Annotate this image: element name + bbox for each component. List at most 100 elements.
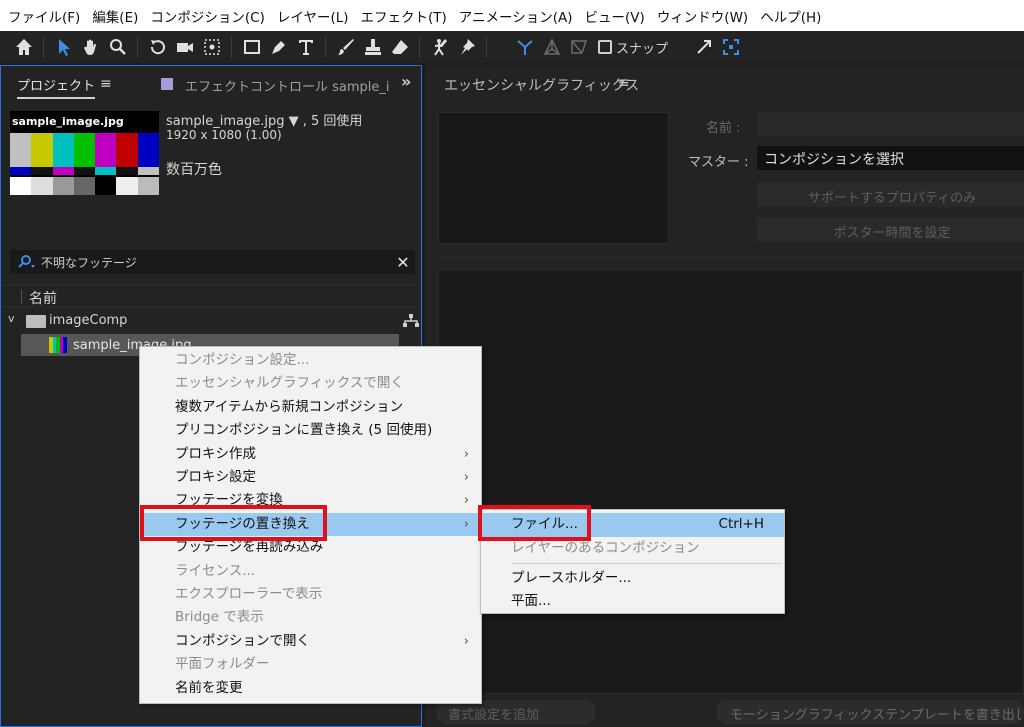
puppet-pin-icon[interactable] bbox=[453, 34, 480, 60]
menu-item-open-essential-graphics[interactable]: エッセンシャルグラフィックスで開く bbox=[140, 372, 481, 395]
column-separator bbox=[21, 290, 22, 304]
search-icon[interactable] bbox=[11, 251, 41, 273]
snap-target-icon[interactable] bbox=[717, 34, 744, 60]
project-search[interactable]: 不明なフッテージ ✕ bbox=[10, 250, 415, 274]
menu-item-reveal-in-bridge[interactable]: Bridge で表示 bbox=[140, 606, 481, 629]
template-preview bbox=[438, 112, 669, 244]
column-header: 名前 bbox=[1, 285, 421, 307]
submenu-item-solid[interactable]: 平面... bbox=[481, 590, 784, 614]
toolbar-separator bbox=[325, 36, 326, 58]
shortcut-label: Ctrl+H bbox=[718, 516, 764, 532]
menu-animation[interactable]: アニメーション(A) bbox=[453, 6, 579, 26]
roto-brush-icon[interactable] bbox=[426, 34, 453, 60]
menu-item-reveal-in-explorer[interactable]: エクスプローラーで表示 bbox=[140, 583, 481, 606]
menu-item-replace-with-precomp[interactable]: プリコンポジションに置き換え (5 回使用) bbox=[140, 419, 481, 442]
menu-layer[interactable]: レイヤー(L) bbox=[271, 6, 355, 26]
hand-icon[interactable] bbox=[77, 34, 104, 60]
expand-icon[interactable] bbox=[690, 34, 717, 60]
toolbar-separator bbox=[137, 36, 138, 58]
snap-label: スナップ bbox=[616, 41, 669, 57]
camera-icon[interactable] bbox=[171, 34, 198, 60]
snap-checkbox[interactable] bbox=[598, 40, 612, 54]
menu-item-composition-settings[interactable]: コンポジション設定... bbox=[140, 349, 481, 372]
clone-stamp-icon[interactable] bbox=[359, 34, 386, 60]
folder-name: imageComp bbox=[49, 313, 128, 328]
menu-effect[interactable]: エフェクト(T) bbox=[355, 6, 453, 26]
menu-bar: ファイル(F) 編集(E) コンポジション(C) レイヤー(L) エフェクト(T… bbox=[0, 0, 1024, 31]
local-axis-icon[interactable] bbox=[511, 34, 538, 60]
pan-behind-icon[interactable] bbox=[198, 34, 225, 60]
supported-properties-button[interactable]: サポートするプロパティのみ bbox=[757, 183, 1024, 207]
world-axis-icon[interactable] bbox=[538, 34, 565, 60]
folder-icon bbox=[26, 315, 46, 328]
menu-file[interactable]: ファイル(F) bbox=[2, 6, 86, 26]
pen-icon[interactable] bbox=[265, 34, 292, 60]
footage-dimensions: 1920 x 1080 (1.00) bbox=[166, 128, 282, 142]
text-icon[interactable] bbox=[292, 34, 319, 60]
effect-controls-icon bbox=[161, 78, 173, 90]
toolbar: スナップ bbox=[0, 31, 1024, 63]
folder-row[interactable]: v imageComp bbox=[1, 310, 421, 332]
tab-project[interactable]: プロジェクト bbox=[17, 75, 96, 99]
rotate-icon[interactable] bbox=[144, 34, 171, 60]
export-template-button[interactable]: モーショングラフィックステンプレートを書き出し... bbox=[716, 700, 1024, 724]
set-poster-time-button[interactable]: ポスター時間を設定 bbox=[757, 218, 1024, 242]
toolbar-separator bbox=[419, 36, 420, 58]
image-footage-icon bbox=[49, 337, 67, 353]
footage-color-depth: 数百万色 bbox=[166, 162, 222, 178]
menu-item-rename[interactable]: 名前を変更 bbox=[140, 677, 481, 700]
menu-item-license[interactable]: ライセンス... bbox=[140, 560, 481, 583]
chevron-right-icon: › bbox=[463, 446, 469, 462]
chevron-right-icon: › bbox=[463, 516, 469, 532]
panel-menu-icon[interactable]: ≡ bbox=[100, 76, 112, 92]
panel-divider bbox=[438, 257, 1024, 258]
menu-item-set-proxy[interactable]: プロキシ設定 › bbox=[140, 466, 481, 489]
toolbar-separator bbox=[486, 36, 487, 58]
color-bars-bottom bbox=[10, 177, 159, 195]
properties-drop-area[interactable] bbox=[438, 269, 1024, 694]
brush-icon[interactable] bbox=[332, 34, 359, 60]
footage-name-usage: sample_image.jpg ▼ , 5 回使用 bbox=[166, 114, 363, 129]
chevron-down-icon[interactable]: v bbox=[8, 312, 15, 325]
selection-arrow-icon[interactable] bbox=[50, 34, 77, 60]
footage-thumbnail: sample_image.jpg bbox=[10, 111, 159, 195]
home-icon[interactable] bbox=[10, 34, 37, 60]
column-name-label[interactable]: 名前 bbox=[29, 288, 57, 308]
color-bars bbox=[10, 133, 159, 167]
search-input[interactable]: 不明なフッテージ bbox=[41, 254, 392, 271]
name-field[interactable] bbox=[757, 112, 1024, 136]
snap-toggle[interactable]: スナップ bbox=[598, 38, 668, 57]
menu-edit[interactable]: 編集(E) bbox=[86, 6, 144, 26]
tab-effect-controls[interactable]: エフェクトコントロール sample_i bbox=[185, 76, 390, 95]
menu-view[interactable]: ビュー(V) bbox=[579, 6, 651, 26]
rectangle-icon[interactable] bbox=[238, 34, 265, 60]
submenu-item-placeholder[interactable]: プレースホルダー... bbox=[481, 567, 784, 591]
menu-composition[interactable]: コンポジション(C) bbox=[144, 6, 270, 26]
menu-help[interactable]: ヘルプ(H) bbox=[754, 6, 827, 26]
project-tabs: プロジェクト ≡ エフェクトコントロール sample_i » bbox=[1, 66, 421, 104]
essential-graphics-panel: エッセンシャルグラフィックス ≡ 名前 : マスター : コンポジションを選択 … bbox=[426, 65, 1024, 727]
menu-item-open-in-composition[interactable]: コンポジションで開く › bbox=[140, 630, 481, 653]
highlight-box-replace-footage bbox=[140, 505, 327, 541]
flowchart-icon[interactable] bbox=[403, 313, 419, 332]
toolbar-separator bbox=[231, 36, 232, 58]
menu-window[interactable]: ウィンドウ(W) bbox=[651, 6, 754, 26]
chevron-right-icon: › bbox=[463, 633, 469, 649]
thumbnail-filename: sample_image.jpg bbox=[12, 115, 124, 128]
menu-item-create-proxy[interactable]: プロキシ作成 › bbox=[140, 443, 481, 466]
essential-graphics-title[interactable]: エッセンシャルグラフィックス bbox=[444, 75, 639, 95]
master-label: マスター : bbox=[688, 155, 749, 170]
menu-item-new-comp-from-selection[interactable]: 複数アイテムから新規コンポジション bbox=[140, 396, 481, 419]
clear-search-icon[interactable]: ✕ bbox=[392, 253, 414, 272]
toolbar-separator bbox=[43, 36, 44, 58]
menu-item-solids-folder[interactable]: 平面フォルダー bbox=[140, 653, 481, 676]
chevron-right-icon: › bbox=[463, 470, 469, 485]
menu-separator bbox=[511, 563, 781, 564]
master-select[interactable]: コンポジションを選択 bbox=[757, 146, 1024, 170]
panel-menu-icon[interactable]: ≡ bbox=[618, 75, 630, 91]
overflow-chevron-icon[interactable]: » bbox=[401, 72, 411, 91]
zoom-icon[interactable] bbox=[104, 34, 131, 60]
view-axis-icon[interactable] bbox=[565, 34, 592, 60]
chevron-right-icon: › bbox=[463, 493, 469, 509]
eraser-icon[interactable] bbox=[386, 34, 413, 60]
